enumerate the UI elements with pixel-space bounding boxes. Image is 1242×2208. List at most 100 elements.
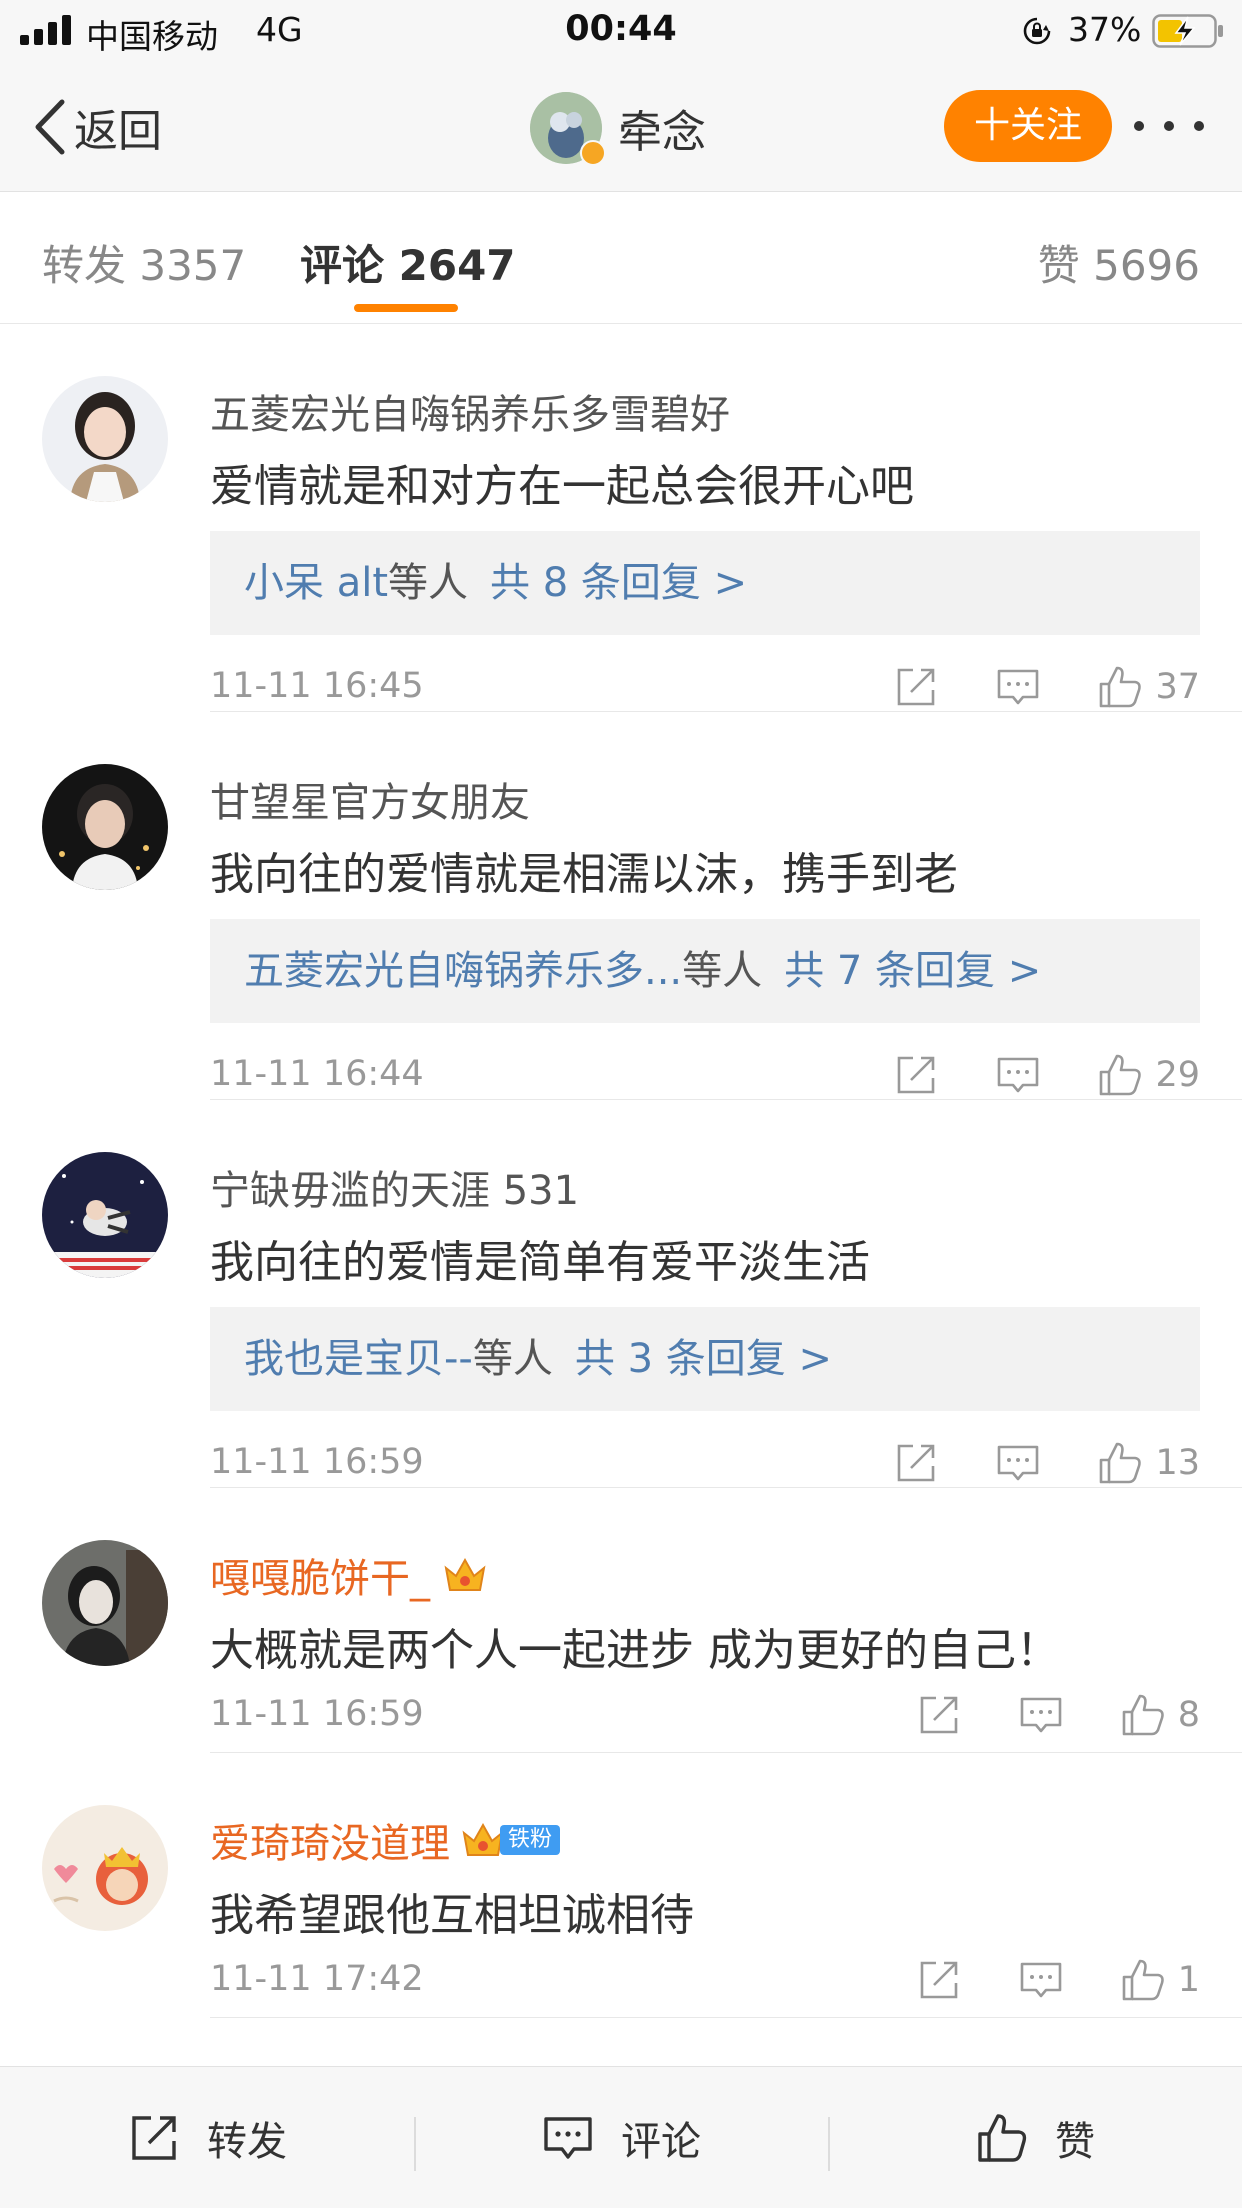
comment-time: 11-11 16:59 bbox=[210, 1442, 424, 1482]
reply-icon bbox=[998, 1445, 1039, 1481]
battery-charging-icon bbox=[1152, 14, 1223, 48]
thumb-up-icon bbox=[1100, 1054, 1142, 1096]
like-button[interactable]: 29 bbox=[1097, 1052, 1200, 1098]
reply-icon bbox=[544, 2117, 592, 2159]
bottom-like-label: 赞 bbox=[1055, 2119, 1095, 2165]
share-button[interactable] bbox=[893, 664, 939, 710]
reply-preview[interactable]: 小呆 alt等人共 8 条回复 > bbox=[210, 531, 1200, 635]
share-button[interactable] bbox=[916, 1957, 962, 2003]
reply-etc: 等人 bbox=[472, 1336, 553, 1382]
reply-button[interactable] bbox=[995, 1052, 1041, 1098]
tab-bar: 转发 3357 评论 2647 赞 5696 bbox=[0, 192, 1242, 324]
share-icon bbox=[132, 2116, 176, 2160]
comment-text: 我向往的爱情是简单有爱平淡生活 bbox=[210, 1237, 870, 1288]
like-count: 1 bbox=[1177, 1960, 1200, 2000]
reply-preview[interactable]: 我也是宝贝--等人共 3 条回复 > bbox=[210, 1307, 1200, 1411]
avatar[interactable] bbox=[42, 1152, 168, 1278]
list-item: 宁缺毋滥的天涯 531 我向往的爱情是简单有爱平淡生活 我也是宝贝--等人共 3… bbox=[0, 1100, 1242, 1488]
thumb-up-icon bbox=[1122, 1694, 1164, 1736]
thumb-up-icon bbox=[1122, 1959, 1164, 2001]
bottom-repost-button[interactable]: 转发 bbox=[0, 2067, 414, 2208]
list-item: 爱琦琦没道理 铁粉 我希望跟他互相坦诚相待 11-11 17:42 1 bbox=[0, 1753, 1242, 2018]
like-count: 29 bbox=[1155, 1055, 1200, 1095]
comment-username[interactable]: 爱琦琦没道理 铁粉 bbox=[210, 1811, 561, 1869]
comment-username[interactable]: 宁缺毋滥的天涯 531 bbox=[210, 1158, 579, 1216]
comment-meta: 11-11 17:42 1 bbox=[210, 1955, 1200, 2005]
more-icon[interactable] bbox=[1134, 106, 1204, 146]
reply-icon bbox=[998, 1057, 1039, 1093]
share-icon bbox=[920, 1696, 958, 1734]
list-item: 甘望星官方女朋友 我向往的爱情就是相濡以沫，携手到老 五菱宏光自嗨锅养乐多...… bbox=[0, 712, 1242, 1100]
bottom-repost-label: 转发 bbox=[207, 2119, 287, 2165]
reply-button[interactable] bbox=[995, 1440, 1041, 1486]
comment-time: 11-11 16:44 bbox=[210, 1054, 424, 1094]
reply-etc: 等人 bbox=[388, 560, 469, 606]
reply-icon bbox=[1020, 1962, 1062, 1998]
avatar[interactable] bbox=[530, 92, 606, 166]
comment-text: 爱情就是和对方在一起总会很开心吧 bbox=[210, 461, 914, 512]
back-button[interactable]: 返回 bbox=[30, 92, 162, 162]
comment-meta: 11-11 16:44 29 bbox=[210, 1050, 1200, 1100]
reply-names[interactable]: 小呆 alt bbox=[244, 560, 388, 606]
bottom-comment-button[interactable]: 评论 bbox=[414, 2067, 828, 2208]
nav-user[interactable]: 牵念 bbox=[530, 90, 706, 166]
reply-icon bbox=[1020, 1697, 1062, 1733]
comment-username[interactable]: 五菱宏光自嗨锅养乐多雪碧好 bbox=[210, 382, 730, 440]
avatar[interactable] bbox=[42, 764, 168, 890]
comment-time: 11-11 17:42 bbox=[210, 1959, 424, 1999]
tab-indicator bbox=[354, 304, 458, 312]
share-button[interactable] bbox=[916, 1692, 962, 1738]
share-icon bbox=[898, 1444, 935, 1482]
list-item: 嘎嘎脆饼干_ 大概就是两个人一起进步 成为更好的自己！ 11-11 16:59 … bbox=[0, 1488, 1242, 1753]
comment-time: 11-11 16:45 bbox=[210, 666, 424, 706]
bottom-comment-label: 评论 bbox=[621, 2119, 701, 2165]
back-chevron-icon bbox=[35, 99, 65, 155]
reply-names[interactable]: 五菱宏光自嗨锅养乐多... bbox=[244, 948, 682, 994]
back-label: 返回 bbox=[74, 106, 162, 157]
bottom-like-button[interactable]: 赞 bbox=[828, 2067, 1242, 2208]
avatar[interactable] bbox=[42, 1540, 168, 1666]
share-icon bbox=[898, 1056, 935, 1094]
like-count: 8 bbox=[1177, 1695, 1200, 1735]
thumb-up-icon bbox=[978, 2114, 1027, 2162]
comment-text: 我向往的爱情就是相濡以沫，携手到老 bbox=[210, 849, 958, 900]
tab-comment[interactable]: 评论 2647 bbox=[300, 241, 516, 290]
comment-meta: 11-11 16:59 13 bbox=[210, 1438, 1200, 1488]
like-button[interactable]: 13 bbox=[1097, 1440, 1200, 1486]
like-button[interactable]: 1 bbox=[1120, 1957, 1200, 2003]
iron-fan-badge: 铁粉 bbox=[460, 1820, 561, 1860]
reply-count-link[interactable]: 共 8 条回复 > bbox=[490, 560, 747, 606]
reply-count-link[interactable]: 共 3 条回复 > bbox=[575, 1336, 832, 1382]
thumb-up-icon bbox=[1100, 666, 1142, 708]
share-button[interactable] bbox=[893, 1052, 939, 1098]
reply-button[interactable] bbox=[995, 664, 1041, 710]
reply-preview[interactable]: 五菱宏光自嗨锅养乐多...等人共 7 条回复 > bbox=[210, 919, 1200, 1023]
like-button[interactable]: 37 bbox=[1097, 664, 1200, 710]
clock: 00:44 bbox=[565, 9, 677, 49]
reply-etc: 等人 bbox=[682, 948, 763, 994]
tab-repost[interactable]: 转发 3357 bbox=[42, 232, 246, 293]
crown-icon bbox=[444, 1557, 486, 1591]
reply-button[interactable] bbox=[1018, 1957, 1064, 2003]
lock-rotation-icon bbox=[1023, 17, 1051, 45]
tab-like[interactable]: 赞 5696 bbox=[1038, 232, 1200, 293]
avatar[interactable] bbox=[42, 376, 168, 502]
reply-names[interactable]: 我也是宝贝-- bbox=[244, 1336, 473, 1382]
comment-username[interactable]: 甘望星官方女朋友 bbox=[210, 770, 530, 828]
badge-label: 铁粉 bbox=[500, 1825, 561, 1855]
comment-username[interactable]: 嘎嘎脆饼干_ bbox=[210, 1546, 488, 1604]
share-button[interactable] bbox=[893, 1440, 939, 1486]
reply-icon bbox=[998, 669, 1039, 705]
avatar[interactable] bbox=[42, 1805, 168, 1931]
like-count: 13 bbox=[1155, 1443, 1200, 1483]
bottom-action-bar: 转发 评论 赞 bbox=[0, 2066, 1242, 2208]
reply-button[interactable] bbox=[1018, 1692, 1064, 1738]
nav-bar: 返回 牵念 十关注 bbox=[0, 62, 1242, 192]
list-item: 五菱宏光自嗨锅养乐多雪碧好 爱情就是和对方在一起总会很开心吧 小呆 alt等人共… bbox=[0, 324, 1242, 712]
comment-meta: 11-11 16:59 8 bbox=[210, 1690, 1200, 1740]
comment-meta: 11-11 16:45 37 bbox=[210, 662, 1200, 712]
battery-percent: 37% bbox=[1068, 10, 1142, 49]
reply-count-link[interactable]: 共 7 条回复 > bbox=[784, 948, 1041, 994]
like-button[interactable]: 8 bbox=[1120, 1692, 1200, 1738]
follow-button[interactable]: 十关注 bbox=[944, 90, 1112, 162]
